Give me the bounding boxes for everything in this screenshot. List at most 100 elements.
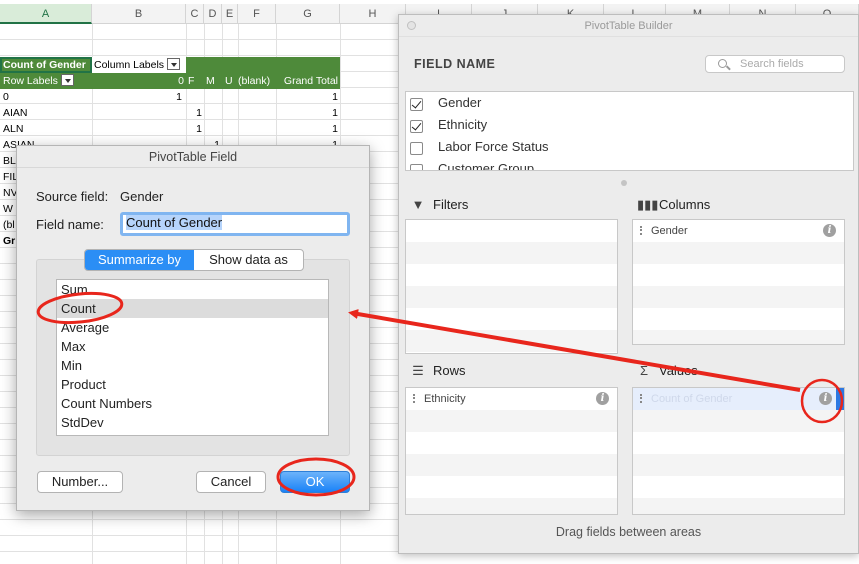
close-icon[interactable] <box>407 21 416 30</box>
pivottable-field-dialog: PivotTable Field Source field: Gender Fi… <box>16 145 370 511</box>
field-name-input[interactable]: Count of Gender <box>120 212 350 236</box>
area-item-label: Gender <box>651 225 688 237</box>
search-icon <box>718 59 727 68</box>
field-label: Gender <box>438 95 482 110</box>
search-placeholder: Search fields <box>740 58 804 70</box>
row-labels-text: Row Labels <box>3 75 58 87</box>
number-format-button[interactable]: Number... <box>37 471 123 493</box>
field-list: Gender Ethnicity Labor Force Status Cust… <box>405 91 854 171</box>
columns-area-label: ▮▮▮Columns <box>637 197 710 213</box>
rows-drop-area[interactable]: Ethnicity i <box>405 387 618 515</box>
field-name-header: FIELD NAME <box>414 57 496 71</box>
list-item-average[interactable]: Average <box>57 318 328 337</box>
pivottable-builder-panel: PivotTable Builder FIELD NAME Search fie… <box>398 14 859 554</box>
column-header-h[interactable]: H <box>340 4 406 24</box>
list-item-product[interactable]: Product <box>57 375 328 394</box>
builder-title: PivotTable Builder <box>584 20 673 32</box>
rows-area-label: ☰ Rows <box>411 363 466 379</box>
table-row: 0 1 1 <box>0 89 340 105</box>
column-header-d[interactable]: D <box>204 4 222 24</box>
info-icon[interactable]: i <box>596 392 609 405</box>
source-field-label: Source field: <box>36 189 109 204</box>
column-header-b[interactable]: B <box>92 4 186 24</box>
column-header-e[interactable]: E <box>222 4 238 24</box>
row-labels-filter-icon[interactable] <box>60 74 74 87</box>
pivot-value-field-cell[interactable]: Count of Gender <box>0 57 92 73</box>
ok-button[interactable]: OK <box>280 471 350 493</box>
row-label[interactable]: ALN <box>3 121 91 137</box>
values-item-count-of-gender[interactable]: Count of Gender i <box>633 388 844 410</box>
list-item-stddev[interactable]: StdDev <box>57 413 328 432</box>
column-header-a[interactable]: A <box>0 4 92 24</box>
splitter-handle[interactable] <box>621 180 627 186</box>
row-label[interactable]: AIAN <box>3 105 91 121</box>
field-item-labor-force-status[interactable]: Labor Force Status <box>406 136 853 158</box>
cell-c[interactable]: 1 <box>186 105 202 121</box>
column-header-g[interactable]: G <box>276 4 340 24</box>
cell-grand-total[interactable]: 1 <box>276 105 338 121</box>
field-item-ethnicity[interactable]: Ethnicity <box>406 114 853 136</box>
info-icon[interactable]: i <box>819 392 832 405</box>
cell-grand-total[interactable]: 1 <box>276 89 338 105</box>
columns-drop-area[interactable]: Gender i <box>632 219 845 345</box>
grip-icon[interactable] <box>640 226 642 235</box>
rows-item-ethnicity[interactable]: Ethnicity i <box>406 388 617 410</box>
row-label[interactable]: (bl <box>3 217 15 233</box>
columns-item-gender[interactable]: Gender i <box>633 220 844 242</box>
function-list: Sum Count Average Max Min Product Count … <box>56 279 329 436</box>
col-label-grand-total: Grand Total <box>283 75 338 87</box>
list-item-count[interactable]: Count <box>57 299 328 318</box>
table-row: AIAN 1 1 <box>0 105 340 121</box>
cell-grand-total[interactable]: 1 <box>276 121 338 137</box>
row-label[interactable]: 0 <box>3 89 91 105</box>
checkbox-icon[interactable] <box>410 164 423 170</box>
tab-show-data-as[interactable]: Show data as <box>194 250 303 270</box>
col-label-u: U <box>225 75 233 87</box>
column-labels-filter-icon[interactable] <box>167 58 181 71</box>
checkbox-icon[interactable] <box>410 142 423 155</box>
filters-area-label: ▼ Filters <box>411 197 469 212</box>
cell-b[interactable]: 1 <box>92 89 182 105</box>
list-item-max[interactable]: Max <box>57 337 328 356</box>
field-label: Labor Force Status <box>438 139 549 154</box>
info-icon[interactable]: i <box>823 224 836 237</box>
cancel-button[interactable]: Cancel <box>196 471 266 493</box>
cell-c[interactable]: 1 <box>186 121 202 137</box>
field-item-gender[interactable]: Gender <box>406 92 853 114</box>
filters-drop-area[interactable] <box>405 219 618 354</box>
checkbox-checked-icon[interactable] <box>410 120 423 133</box>
columns-label: Columns <box>659 197 711 212</box>
checkbox-checked-icon[interactable] <box>410 98 423 111</box>
row-label[interactable]: W <box>3 201 13 217</box>
pivot-header-row: Count of Gender Column Labels <box>0 57 340 73</box>
field-item-customer-group[interactable]: Customer Group <box>406 158 853 170</box>
field-name-value: Count of Gender <box>126 215 223 230</box>
values-area-label: Σ Values <box>637 363 698 378</box>
row-label[interactable]: BL <box>3 153 16 169</box>
list-item-count-numbers[interactable]: Count Numbers <box>57 394 328 413</box>
area-item-label: Count of Gender <box>651 393 733 405</box>
pivot-column-labels-row: Row Labels 0 F M U (blank) Grand Total <box>0 73 340 89</box>
grip-icon[interactable] <box>640 394 642 403</box>
list-item-sum[interactable]: Sum <box>57 280 328 299</box>
row-label[interactable]: Gr <box>3 233 15 249</box>
column-header-f[interactable]: F <box>238 4 276 24</box>
column-labels-cell[interactable]: Column Labels <box>92 57 186 73</box>
column-labels-text: Column Labels <box>94 59 165 71</box>
row-labels-cell[interactable]: Row Labels <box>0 73 92 89</box>
dialog-title[interactable]: PivotTable Field <box>17 146 369 168</box>
funnel-icon: ▼ <box>411 197 425 212</box>
values-drop-area[interactable]: Count of Gender i <box>632 387 845 515</box>
builder-titlebar[interactable]: PivotTable Builder <box>399 15 858 37</box>
grip-icon[interactable] <box>413 394 415 403</box>
area-item-label: Ethnicity <box>424 393 466 405</box>
list-item-min[interactable]: Min <box>57 356 328 375</box>
rows-label: Rows <box>433 363 466 378</box>
table-row: ALN 1 1 <box>0 121 340 137</box>
col-label-f: F <box>188 75 195 87</box>
col-label-blank: (blank) <box>238 75 271 87</box>
filters-label: Filters <box>433 197 469 212</box>
search-input[interactable]: Search fields <box>705 55 845 73</box>
tab-summarize-by[interactable]: Summarize by <box>85 250 194 270</box>
column-header-c[interactable]: C <box>186 4 204 24</box>
